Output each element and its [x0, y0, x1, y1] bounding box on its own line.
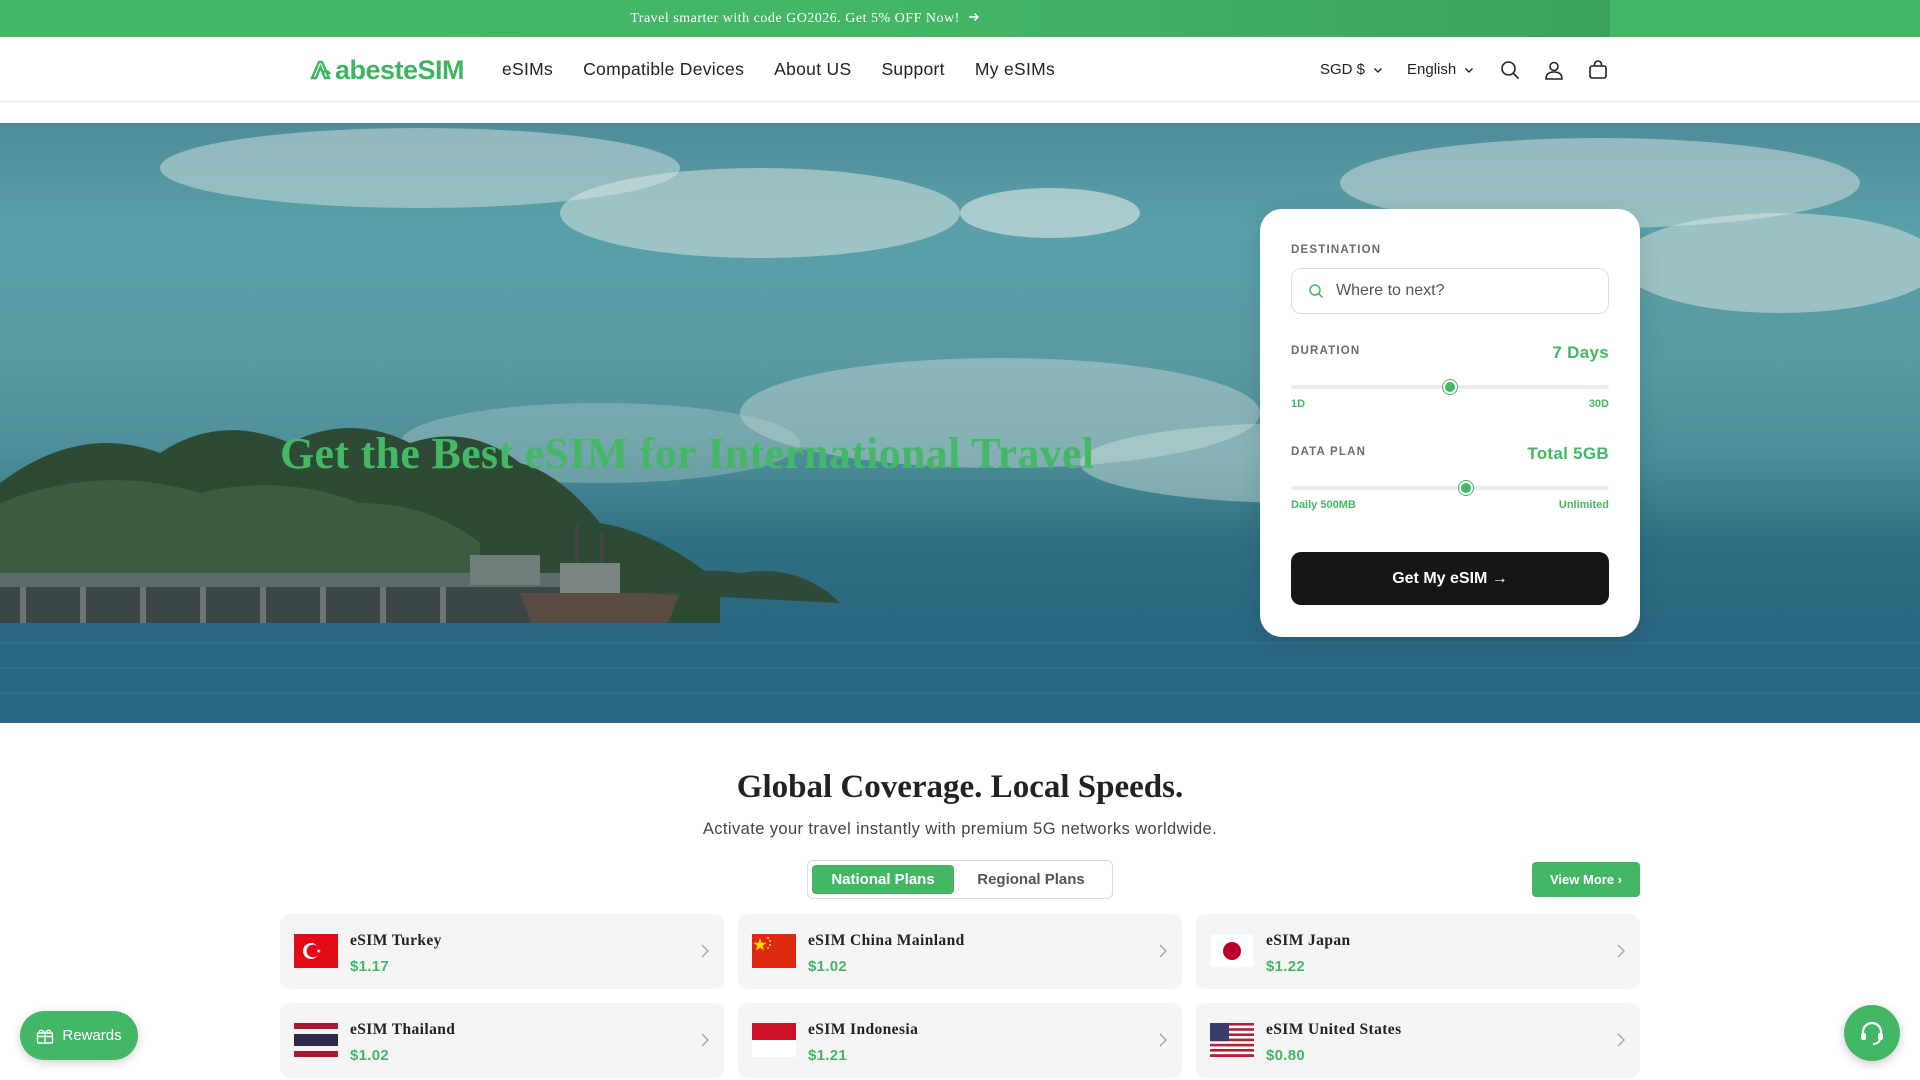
- plan-card-united-states[interactable]: eSIM United States $0.80: [1196, 1003, 1640, 1078]
- cart-icon: [1589, 59, 1608, 79]
- chevron-right-icon: [1617, 944, 1626, 958]
- data-plan-slider[interactable]: [1291, 481, 1609, 495]
- plan-price: $1.21: [808, 1047, 848, 1064]
- chat-support-button[interactable]: [1844, 1005, 1900, 1061]
- header-actions: SGD $ English: [1320, 37, 1620, 102]
- destination-label: DESTINATION: [1291, 244, 1382, 256]
- cart-button[interactable]: [1576, 48, 1620, 92]
- plan-price: $1.02: [808, 958, 848, 975]
- data-plan-label: DATA PLAN: [1291, 446, 1367, 458]
- plan-card-china[interactable]: eSIM China Mainland $1.02: [738, 914, 1182, 989]
- site-header: abesteSIM eSIMs Compatible Devices About…: [0, 37, 1920, 102]
- currency-label: SGD $: [1320, 61, 1366, 78]
- chevron-down-icon: [1465, 67, 1474, 73]
- duration-min-label: 1D: [1291, 398, 1306, 410]
- search-icon: [1501, 60, 1520, 79]
- plan-name: eSIM United States: [1266, 1021, 1402, 1038]
- chevron-right-icon: [1617, 1033, 1626, 1047]
- coverage-subtitle: Activate your travel instantly with prem…: [702, 820, 1218, 838]
- indonesia-flag-icon: [752, 1023, 796, 1057]
- nav-my-esims[interactable]: My eSIMs: [975, 59, 1055, 80]
- thailand-flag-icon: [294, 1023, 338, 1057]
- language-label: English: [1407, 61, 1457, 78]
- search-icon: [1309, 284, 1324, 299]
- plan-name: eSIM Japan: [1266, 932, 1351, 949]
- nav-esims[interactable]: eSIMs: [502, 59, 553, 80]
- tab-national-plans[interactable]: National Plans: [812, 865, 954, 894]
- plan-type-tabs: National Plans Regional Plans: [807, 860, 1113, 899]
- headset-icon: [1861, 1021, 1883, 1045]
- data-plan-value: Total 5GB: [1527, 444, 1609, 463]
- tab-regional-plans[interactable]: Regional Plans: [954, 865, 1108, 894]
- esim-search-card: DESTINATION DURATION 7 Days 1D 30D DATA …: [1260, 209, 1640, 637]
- plan-card-thailand[interactable]: eSIM Thailand $1.02: [280, 1003, 724, 1078]
- rewards-label: Rewards: [62, 1027, 122, 1044]
- plan-card-japan[interactable]: eSIM Japan $1.22: [1196, 914, 1640, 989]
- duration-label: DURATION: [1291, 345, 1361, 357]
- coverage-title: Global Coverage. Local Speeds.: [736, 769, 1184, 805]
- japan-flag-icon: [1210, 934, 1254, 968]
- plan-name: eSIM Thailand: [350, 1021, 456, 1038]
- plan-name: eSIM Turkey: [350, 932, 442, 949]
- plan-price: $0.80: [1266, 1047, 1306, 1064]
- nav-compatible-devices[interactable]: Compatible Devices: [583, 59, 744, 80]
- chevron-right-icon: [1159, 944, 1168, 958]
- nav-support[interactable]: Support: [881, 59, 944, 80]
- search-button[interactable]: [1488, 48, 1532, 92]
- announcement-bar: Travel smarter with code GO2026. Get 5% …: [0, 0, 1920, 37]
- logo[interactable]: abesteSIM: [309, 54, 465, 85]
- duration-max-label: 30D: [1588, 398, 1609, 410]
- plan-price: $1.02: [350, 1047, 390, 1064]
- data-plan-slider-handle[interactable]: [1458, 481, 1473, 495]
- view-more-button[interactable]: View More ›: [1532, 862, 1640, 897]
- plan-price: $1.17: [350, 958, 390, 975]
- plan-name: eSIM Indonesia: [808, 1021, 919, 1038]
- user-icon: [1545, 61, 1564, 80]
- usa-flag-icon: [1210, 1023, 1254, 1057]
- destination-input[interactable]: [1336, 282, 1596, 300]
- language-select[interactable]: English: [1407, 61, 1474, 78]
- rewards-button[interactable]: Rewards: [20, 1011, 138, 1060]
- arrow-right-icon: [968, 10, 980, 27]
- plan-card-indonesia[interactable]: eSIM Indonesia $1.21: [738, 1003, 1182, 1078]
- announcement-text: Travel smarter with code GO2026. Get 5% …: [630, 10, 960, 26]
- turkey-flag-icon: [294, 934, 338, 968]
- hero-title: Get the Best eSIM for International Trav…: [280, 429, 1095, 478]
- get-my-esim-button[interactable]: Get My eSIM →: [1291, 552, 1609, 605]
- currency-select[interactable]: SGD $: [1320, 61, 1383, 78]
- data-plan-max-label: Unlimited: [1558, 499, 1609, 511]
- destination-field[interactable]: [1291, 268, 1609, 314]
- logo-text: abesteSIM: [335, 54, 465, 85]
- plan-name: eSIM China Mainland: [808, 932, 965, 949]
- gift-icon: [37, 1029, 54, 1044]
- account-button[interactable]: [1532, 48, 1576, 92]
- nav-about-us[interactable]: About US: [774, 59, 851, 80]
- plan-price: $1.22: [1266, 958, 1306, 975]
- announcement-link[interactable]: Travel smarter with code GO2026. Get 5% …: [0, 0, 1610, 37]
- chevron-down-icon: [1374, 67, 1383, 73]
- logo-mark-icon: [310, 60, 331, 80]
- duration-slider[interactable]: [1291, 380, 1609, 394]
- duration-value: 7 Days: [1552, 343, 1609, 362]
- chevron-right-icon: [1159, 1033, 1168, 1047]
- main-nav: eSIMs Compatible Devices About US Suppor…: [502, 37, 1085, 102]
- chevron-right-icon: [701, 944, 710, 958]
- plan-card-turkey[interactable]: eSIM Turkey $1.17: [280, 914, 724, 989]
- china-flag-icon: [752, 934, 796, 968]
- data-plan-min-label: Daily 500MB: [1291, 499, 1356, 511]
- chevron-right-icon: [701, 1033, 710, 1047]
- duration-slider-handle[interactable]: [1443, 380, 1457, 394]
